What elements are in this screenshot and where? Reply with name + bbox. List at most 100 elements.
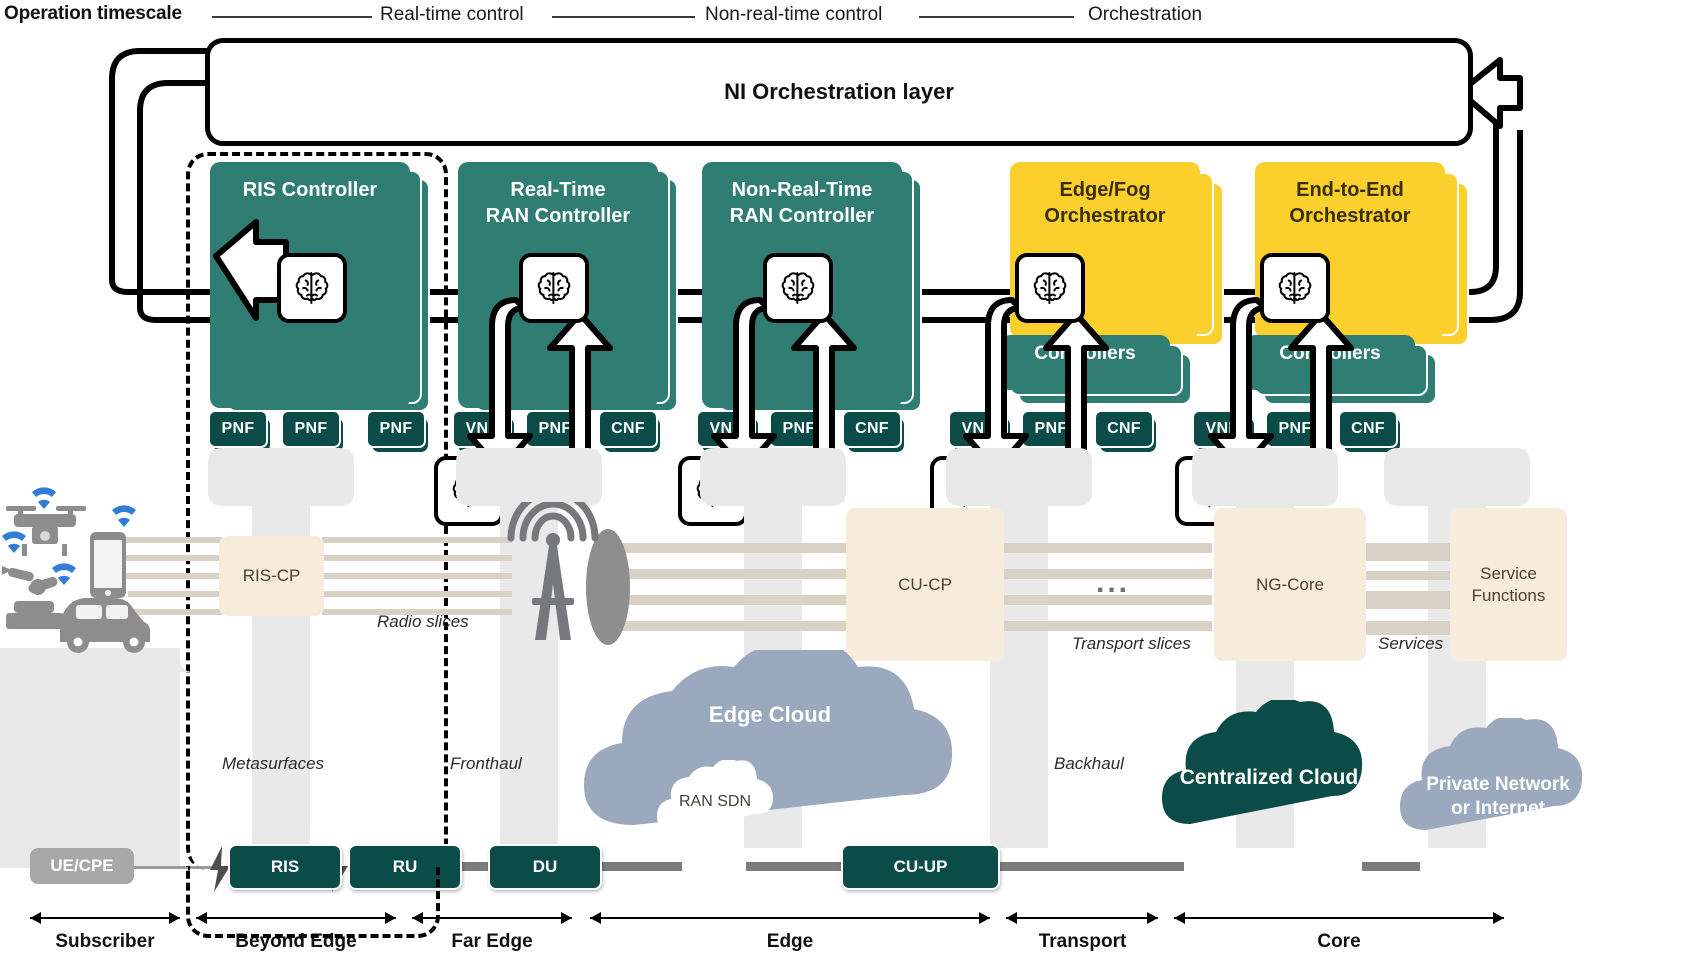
nf-chip-label: CNF [855,420,889,437]
nf-chip-face: PNF [525,410,585,448]
edge-cloud[interactable]: Edge Cloud [574,650,1034,840]
domain-label-transport: Transport [1038,931,1127,952]
brain-icon-non-real-time-ran-controller[interactable] [763,253,833,323]
nf-chip-pnf-7[interactable]: PNF [1265,410,1327,452]
car-icon [60,598,150,653]
brain-glyph [537,272,571,304]
controller-title-rt-ran: Real-Time RAN Controller [485,179,631,227]
nf-chip-face: CNF [842,410,902,448]
nf-chip-label: PNF [1278,420,1312,437]
domain-arrow-transport [1006,912,1158,924]
subscriber-device-icons [2,487,150,653]
robot-arm-icon [2,566,64,629]
antenna-tower-icon [507,502,599,640]
link-du-to-ransdn [592,862,682,871]
brain-icon-real-time-ran-controller[interactable] [519,253,589,323]
function-box-cu-cp[interactable]: CU-CP [846,508,1004,661]
nf-chip-face: PNF [769,410,829,448]
link-cloud-to-private [1362,862,1420,871]
nf-chip-pnf-6[interactable]: PNF [1021,410,1083,452]
ni-orchestration-layer-box: NI Orchestration layer [205,38,1473,146]
domain-arrow-edge [590,912,990,924]
ni-orchestration-layer-title: NI Orchestration layer [724,79,954,104]
brain-glyph [1278,272,1312,304]
caption-radio-slices: Radio slices [377,612,469,631]
nf-chip-label: PNF [782,420,816,437]
link-cuup-to-cloud [992,862,1184,871]
controller-title-e2e: End-to-End Orchestrator [1289,179,1411,227]
private-network-cloud[interactable]: Private Network or Internet [1398,718,1598,838]
caption-metasurfaces: Metasurfaces [222,754,325,773]
caption-transport-slices: Transport slices [1072,634,1191,653]
nf-chip-label: CNF [611,420,645,437]
nf-chip-vnf-4[interactable]: VNF [1192,410,1254,452]
sub-controllers-stack-edge-fog[interactable]: Controllers [1000,335,1192,405]
nf-chip-label: VNF [1205,420,1239,437]
node-ue-cpe[interactable]: UE/CPE [30,848,134,884]
nf-chip-cnf-2[interactable]: CNF [842,410,904,452]
nf-chip-pnf-3[interactable]: PNF [366,410,428,452]
function-box-ris-cp[interactable]: RIS-CP [219,536,324,616]
function-box-service-functions[interactable]: Service Functions [1450,508,1567,661]
nf-chip-pnf-1[interactable]: PNF [208,410,270,452]
domain-arrow-subscriber [30,912,180,924]
edge-cloud-label: Edge Cloud [709,702,831,727]
operation-timescale-label: Operation timescale [4,3,182,24]
nf-chip-label: CNF [1107,420,1141,437]
node-du[interactable]: DU [488,844,602,890]
controller-title-edge-fog: Edge/Fog Orchestrator [1044,179,1166,227]
nf-chip-face: CNF [1338,410,1398,448]
nf-chip-vnf-3[interactable]: VNF [948,410,1010,452]
nf-chip-face: VNF [452,410,512,448]
node-label: DU [532,857,558,876]
function-box-label: Service Functions [1471,564,1546,605]
caption-fronthaul: Fronthaul [450,754,522,773]
nf-chip-face: PNF [208,410,268,448]
nf-chip-cnf-1[interactable]: CNF [598,410,660,452]
nf-chip-cnf-4[interactable]: CNF [1338,410,1400,452]
sub-controllers-stack-end-to-end[interactable]: Controllers [1245,335,1437,405]
network-architecture-diagram: Operation timescale Real-time control No… [0,0,1691,979]
nf-chip-label: VNF [961,420,995,437]
sub-controllers-card-front: Controllers [1245,335,1415,390]
brain-icon-edge-fog-orchestrator[interactable] [1015,253,1085,323]
nf-chip-pnf-4[interactable]: PNF [525,410,587,452]
nf-chip-face: PNF [1021,410,1081,448]
beyond-edge-region-bottom [186,866,440,938]
brain-glyph [781,272,815,304]
nf-chip-face: CNF [598,410,658,448]
sub-controllers-card-front: Controllers [1000,335,1170,390]
nf-chip-label: PNF [1034,420,1068,437]
nf-chip-vnf-2[interactable]: VNF [696,410,758,452]
private-network-label-1: Private Network [1426,774,1570,795]
domain-label-far-edge: Far Edge [451,931,533,952]
domain-label-subscriber: Subscriber [55,931,155,952]
centralized-cloud[interactable]: Centralized Cloud [1158,700,1380,834]
nf-chip-face: PNF [366,410,426,448]
brain-icon-end-to-end-orchestrator[interactable] [1260,253,1330,323]
nf-chip-face: PNF [281,410,341,448]
brain-icon-ris-controller[interactable] [277,253,347,323]
private-network-label-2: or Internet [1451,798,1546,819]
node-label: CU-UP [893,857,948,876]
ran-sdn-cloud[interactable]: RAN SDN [655,760,775,842]
nf-chip-pnf-5[interactable]: PNF [769,410,831,452]
nf-chip-pnf-2[interactable]: PNF [281,410,343,452]
nf-chip-label: PNF [221,420,255,437]
nf-chip-vnf-1[interactable]: VNF [452,410,514,452]
timescale-rule-2 [552,16,695,18]
caption-services: Services [1378,634,1444,653]
nf-chip-face: VNF [696,410,756,448]
node-label: UE/CPE [50,856,114,875]
function-box-label: CU-CP [898,574,952,594]
nf-chip-cnf-3[interactable]: CNF [1094,410,1156,452]
smartphone-icon [90,532,126,598]
nf-chip-face: PNF [1265,410,1325,448]
timescale-stage-non-real-time: Non-real-time control [705,4,883,25]
nf-chip-label: VNF [709,420,743,437]
domain-arrow-core [1174,912,1504,924]
function-box-ng-core[interactable]: NG-Core [1214,508,1366,661]
nf-chip-label: VNF [465,420,499,437]
node-cu-up[interactable]: CU-UP [841,844,1000,890]
nf-chip-face: VNF [1192,410,1252,448]
